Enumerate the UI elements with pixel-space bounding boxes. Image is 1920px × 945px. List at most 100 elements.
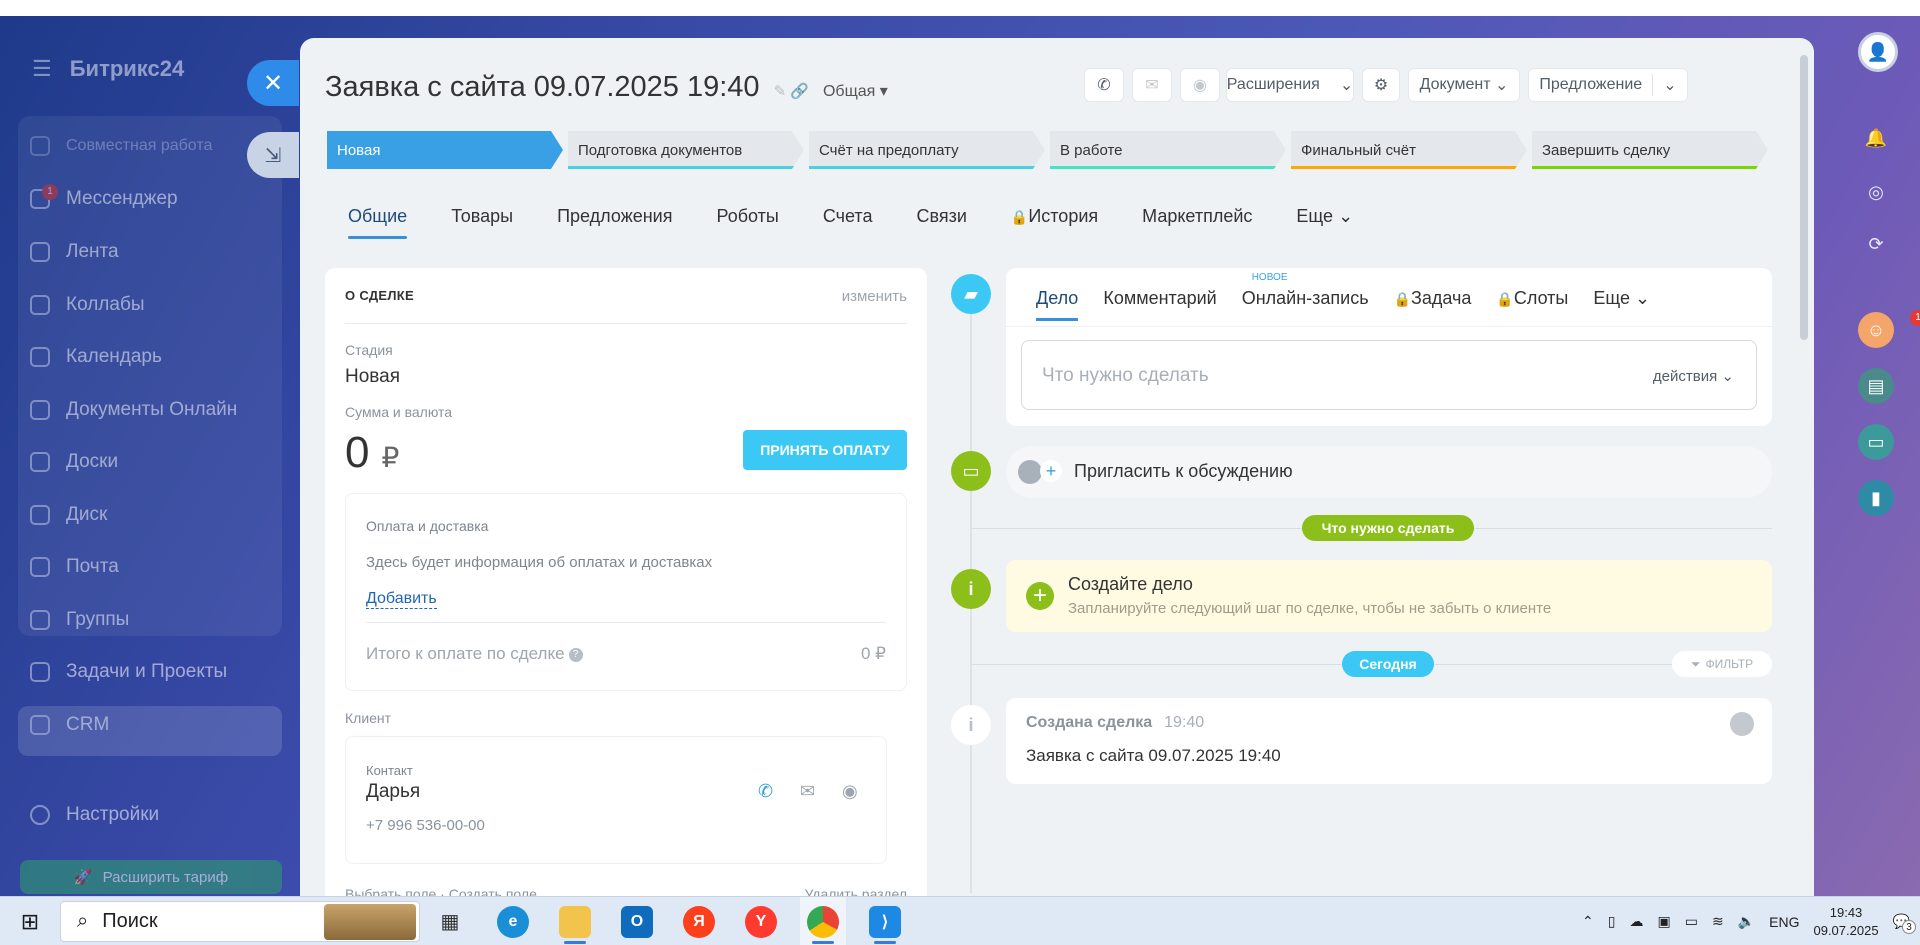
upgrade-tariff-button[interactable]: 🚀 Расширить тариф: [20, 860, 282, 894]
contact-mail-icon[interactable]: ✉: [800, 781, 824, 801]
logo[interactable]: ☰ Битрикс24: [32, 56, 184, 82]
sidebar-item-label: Группы: [66, 609, 130, 630]
notifications-icon[interactable]: 💬 3: [1893, 913, 1916, 934]
battery-icon[interactable]: ▭: [1685, 913, 1698, 930]
offer-button[interactable]: Предложение ⌄: [1528, 68, 1688, 102]
clock[interactable]: 19:43 09.07.2025: [1813, 904, 1878, 940]
outlook-app[interactable]: O: [614, 897, 660, 945]
group-icon: [30, 136, 50, 156]
stage-docs[interactable]: Подготовка документов: [568, 131, 804, 169]
amount-value[interactable]: 0 ₽: [345, 428, 399, 478]
accept-payment-button[interactable]: ПРИНЯТЬ ОПЛАТУ: [743, 430, 907, 470]
sidebar-item-disk[interactable]: Диск: [30, 504, 107, 526]
editor-tab-booking[interactable]: НОВОЕ Онлайн-запись: [1242, 272, 1369, 321]
sidebar-item-groups[interactable]: Группы: [30, 609, 129, 631]
editor-tab-todo[interactable]: Дело: [1036, 288, 1079, 321]
invite-discussion[interactable]: + Пригласить к обсуждению: [1006, 446, 1772, 498]
sidebar-item-calendar[interactable]: Календарь: [30, 346, 162, 368]
tab-marketplace[interactable]: Маркетплейс: [1142, 206, 1252, 239]
sidebar-item-collab-work[interactable]: Совместная работа: [30, 136, 212, 156]
editor-tab-more[interactable]: Еще ⌄: [1593, 288, 1650, 321]
tab-history[interactable]: 🔒История: [1011, 206, 1098, 239]
help-icon[interactable]: ?: [568, 647, 583, 662]
select-field-link[interactable]: Выбрать поле: [345, 886, 436, 896]
windows-start-icon[interactable]: ⊞: [10, 897, 50, 945]
close-slider-button[interactable]: ✕: [247, 60, 299, 106]
sidebar-item-settings[interactable]: Настройки: [30, 804, 159, 826]
sidebar-item-feed[interactable]: Лента: [30, 241, 119, 263]
panel-scrollbar[interactable]: [1800, 55, 1808, 340]
add-payment-link[interactable]: Добавить: [366, 590, 437, 609]
todo-input[interactable]: Что нужно сделать действия ⌄: [1021, 340, 1757, 410]
sidebar-item-mail[interactable]: Почта: [30, 556, 119, 578]
profile-avatar[interactable]: 👤: [1858, 32, 1898, 72]
contact-name[interactable]: Дарья: [366, 781, 420, 803]
display-icon[interactable]: ▣: [1658, 913, 1671, 930]
call-button[interactable]: ✆: [1084, 68, 1124, 102]
notes-icon[interactable]: ▤: [1858, 368, 1894, 404]
stage-finish[interactable]: Завершить сделку: [1532, 131, 1768, 169]
filter-button[interactable]: ⏷ ФИЛЬТР: [1672, 651, 1772, 677]
editor-tab-comment[interactable]: Комментарий: [1103, 288, 1216, 321]
target-icon[interactable]: ◎: [1858, 174, 1894, 210]
menu-icon[interactable]: ☰: [32, 56, 52, 82]
sidebar-item-collabs[interactable]: Коллабы: [30, 294, 145, 316]
sidebar-item-tasks[interactable]: Задачи и Проекты: [30, 661, 227, 683]
contact-phone[interactable]: +7 996 536-00-00: [366, 817, 485, 834]
contact-chat-icon[interactable]: ◉: [842, 781, 866, 801]
bookmark-icon[interactable]: ▮: [1858, 480, 1894, 516]
chevron-up-icon[interactable]: ⌃: [1582, 913, 1594, 930]
stage-field-value[interactable]: Новая: [345, 366, 400, 388]
sidebar-item-crm[interactable]: CRM: [30, 714, 109, 736]
create-todo-block[interactable]: + Создайте дело Запланируйте следующий ш…: [1006, 560, 1772, 632]
stage-final-invoice[interactable]: Финальный счёт: [1291, 131, 1527, 169]
minimize-slider-button[interactable]: ⇲: [247, 132, 299, 178]
sidebar-item-label: CRM: [66, 714, 110, 735]
edit-link[interactable]: изменить: [842, 288, 907, 305]
stage-prepay[interactable]: Счёт на предоплату: [809, 131, 1045, 169]
tab-products[interactable]: Товары: [451, 206, 513, 239]
create-field-link[interactable]: Создать поле: [449, 886, 537, 896]
messages-icon[interactable]: ▭: [1858, 424, 1894, 460]
stage-in-work[interactable]: В работе: [1050, 131, 1286, 169]
tab-more[interactable]: Еще ⌄: [1296, 206, 1353, 239]
edit-title-icon[interactable]: ✎ 🔗: [774, 82, 809, 100]
wifi-icon[interactable]: ≋: [1712, 913, 1724, 930]
edge-app[interactable]: e: [490, 897, 536, 945]
yandex-browser-app[interactable]: Y: [738, 897, 784, 945]
language-indicator[interactable]: ENG: [1769, 914, 1799, 930]
plus-icon[interactable]: +: [1026, 582, 1054, 610]
explorer-app[interactable]: [552, 897, 598, 945]
tab-general[interactable]: Общие: [348, 206, 408, 239]
cloud-icon[interactable]: ☁: [1630, 913, 1644, 930]
tab-invoices[interactable]: Счета: [823, 206, 873, 239]
tab-robots[interactable]: Роботы: [716, 206, 778, 239]
tab-links[interactable]: Связи: [916, 206, 966, 239]
delete-section-link[interactable]: Удалить раздел: [804, 886, 907, 896]
tab-offers[interactable]: Предложения: [557, 206, 672, 239]
settings-button[interactable]: ⚙: [1362, 68, 1400, 102]
editor-tab-task[interactable]: 🔒Задача: [1394, 288, 1472, 321]
email-button[interactable]: ✉: [1132, 68, 1172, 102]
document-button[interactable]: Документ ⌄: [1408, 68, 1520, 102]
bell-icon[interactable]: 🔔: [1858, 120, 1894, 156]
task-view-icon[interactable]: ▦: [430, 897, 470, 945]
actions-dropdown[interactable]: действия ⌄: [1653, 367, 1734, 385]
category-select[interactable]: Общая ▾: [823, 81, 888, 101]
user-avatar-icon[interactable]: [1730, 712, 1754, 736]
contact-call-icon[interactable]: ✆: [758, 781, 782, 801]
sidebar-item-documents[interactable]: Документы Онлайн: [30, 399, 237, 421]
sidebar-item-boards[interactable]: Доски: [30, 451, 118, 473]
stage-new[interactable]: Новая: [327, 131, 563, 169]
device-icon[interactable]: ▯: [1608, 913, 1616, 930]
editor-tab-slots[interactable]: 🔒Слоты: [1496, 288, 1568, 321]
extensions-button[interactable]: Расширения ⌄: [1226, 68, 1354, 102]
chrome-app[interactable]: [800, 897, 846, 945]
volume-icon[interactable]: 🔈: [1738, 913, 1755, 930]
vscode-app[interactable]: ⟩: [862, 897, 908, 945]
stage-field-label: Стадия: [345, 342, 393, 358]
sync-icon[interactable]: ⟳: [1858, 226, 1894, 262]
yandex-app[interactable]: Я: [676, 897, 722, 945]
chat-button[interactable]: ◉: [1180, 68, 1220, 102]
assistant-avatar[interactable]: ☺: [1858, 312, 1894, 348]
